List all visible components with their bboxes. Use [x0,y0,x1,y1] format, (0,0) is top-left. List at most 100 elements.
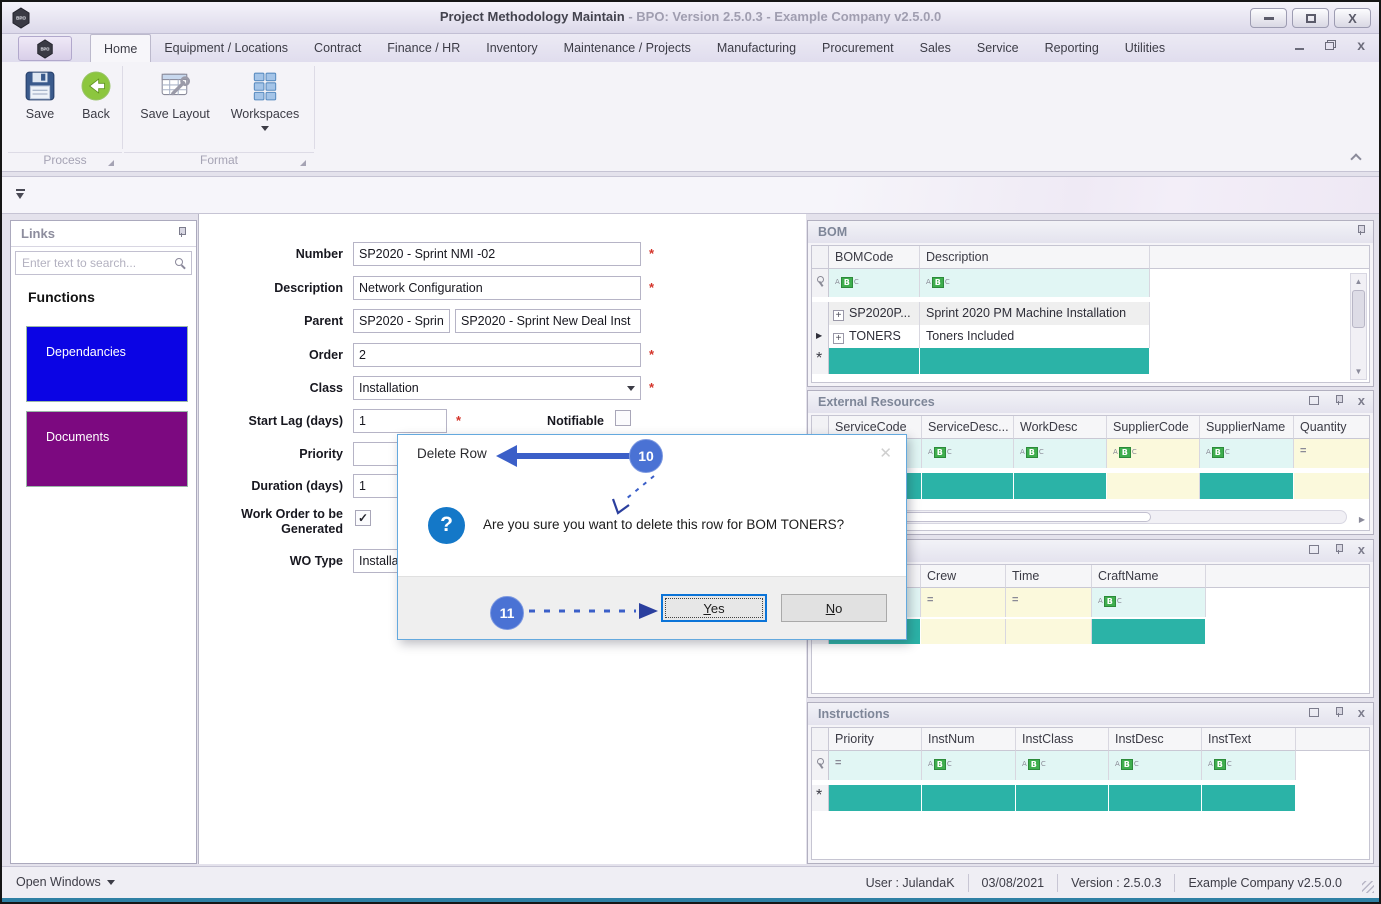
expand-icon[interactable] [833,310,844,321]
tab-equipment-locations[interactable]: Equipment / Locations [151,34,301,62]
filter-cell[interactable]: = [829,751,922,780]
bomcode-cell[interactable]: TONERS [829,325,920,348]
new-row-cell[interactable] [1006,619,1092,644]
maximize-icon[interactable] [1309,545,1319,554]
mdi-close-icon[interactable]: x [1357,40,1365,50]
equals-filter-icon[interactable]: = [927,594,933,606]
new-row-cell[interactable] [1014,473,1107,499]
column-header[interactable]: InstDesc [1109,728,1202,751]
description-cell[interactable]: Sprint 2020 PM Machine Installation [920,302,1150,325]
filter-cell[interactable]: ABC [1109,751,1202,780]
column-header[interactable]: InstText [1202,728,1296,751]
filter-cell[interactable]: ABC [1014,439,1107,468]
column-header[interactable]: Description [920,246,1150,269]
filter-cell[interactable]: ABC [1200,439,1294,468]
back-button[interactable]: Back [64,70,128,121]
search-input[interactable] [22,254,162,272]
process-group-launcher-icon[interactable] [108,160,114,166]
parent-code-field[interactable] [353,309,450,333]
resize-grip[interactable] [1362,881,1374,893]
tab-contract[interactable]: Contract [301,34,374,62]
customize-toolbar-icon[interactable] [16,189,25,200]
description-cell[interactable]: Toners Included [920,325,1150,348]
description-field[interactable] [353,276,641,300]
order-field[interactable] [353,343,641,367]
abc-filter-icon[interactable]: ABC [835,277,859,288]
tab-inventory[interactable]: Inventory [473,34,550,62]
minimize-button[interactable] [1250,8,1287,28]
vertical-scrollbar[interactable]: ▲ ▼ [1350,273,1367,380]
scroll-right-icon[interactable]: ▶ [1359,515,1365,524]
new-row-cell[interactable] [829,348,920,374]
work-order-checkbox[interactable] [355,510,371,526]
new-row-cell[interactable] [829,785,922,811]
table-row[interactable]: SP2020P... Sprint 2020 PM Machine Instal… [812,302,1369,325]
filter-cell-bomcode[interactable]: ABC [829,269,920,297]
close-icon[interactable]: x [1358,545,1365,555]
new-row-cell[interactable] [1107,473,1200,499]
new-row-cell[interactable] [1109,785,1202,811]
new-row-cell[interactable] [921,619,1006,644]
open-windows-button[interactable]: Open Windows [16,875,115,889]
filter-cell[interactable]: ABC [922,751,1016,780]
equals-filter-icon[interactable]: = [1300,445,1306,457]
pin-icon[interactable] [1334,707,1343,718]
new-row-cell[interactable] [1092,619,1206,644]
abc-filter-icon[interactable]: ABC [1022,759,1046,770]
column-header[interactable]: Quantity [1294,416,1369,439]
close-button[interactable]: X [1334,8,1371,28]
close-icon[interactable]: x [1358,708,1365,718]
pin-icon[interactable] [1334,395,1343,406]
pin-icon[interactable] [1356,225,1365,236]
tab-service[interactable]: Service [964,34,1032,62]
column-header[interactable]: Priority [829,728,922,751]
column-header[interactable]: InstClass [1016,728,1109,751]
mdi-minimize-icon[interactable] [1295,48,1304,50]
abc-filter-icon[interactable]: ABC [1115,759,1139,770]
new-row-cell[interactable] [1294,473,1369,499]
tab-procurement[interactable]: Procurement [809,34,907,62]
column-header[interactable]: Time [1006,565,1092,588]
scroll-up-icon[interactable]: ▲ [1351,274,1366,289]
maximize-button[interactable] [1292,8,1329,28]
column-header[interactable]: SupplierCode [1107,416,1200,439]
equals-filter-icon[interactable]: = [1012,594,1018,606]
abc-filter-icon[interactable]: ABC [928,447,952,458]
format-group-launcher-icon[interactable] [300,160,306,166]
new-row-cell[interactable] [1016,785,1109,811]
tab-home[interactable]: Home [90,34,151,62]
collapse-ribbon-icon[interactable] [1351,153,1361,163]
new-row-cell[interactable] [922,785,1016,811]
tab-maintenance-projects[interactable]: Maintenance / Projects [551,34,704,62]
application-menu-button[interactable]: BPO [18,36,72,61]
yes-button[interactable]: Yes [661,594,767,622]
class-select[interactable]: Installation [353,376,641,400]
filter-cell[interactable]: = [921,588,1006,617]
column-header[interactable]: CraftName [1092,565,1206,588]
dialog-close-icon[interactable]: ✕ [879,444,892,462]
scroll-down-icon[interactable]: ▼ [1351,364,1366,379]
pin-icon[interactable] [177,227,186,238]
new-row-cell[interactable] [922,473,1014,499]
abc-filter-icon[interactable]: ABC [928,759,952,770]
maximize-icon[interactable] [1309,396,1319,405]
abc-filter-icon[interactable]: ABC [926,277,950,288]
scrollbar-thumb[interactable] [1352,290,1365,328]
filter-cell[interactable]: ABC [1107,439,1200,468]
tab-sales[interactable]: Sales [907,34,964,62]
maximize-icon[interactable] [1309,708,1319,717]
filter-cell-description[interactable]: ABC [920,269,1150,297]
save-layout-button[interactable]: Save Layout [138,70,212,121]
filter-cell[interactable]: ABC [922,439,1014,468]
bomcode-cell[interactable]: SP2020P... [829,302,920,325]
abc-filter-icon[interactable]: ABC [1020,447,1044,458]
new-row-cell[interactable] [920,348,1150,374]
parent-description-field[interactable] [455,309,641,333]
new-row-cell[interactable] [1202,785,1296,811]
close-icon[interactable]: x [1358,396,1365,406]
abc-filter-icon[interactable]: ABC [1206,447,1230,458]
mdi-restore-icon[interactable] [1325,40,1336,50]
column-header[interactable]: WorkDesc [1014,416,1107,439]
column-header[interactable]: Crew [921,565,1006,588]
filter-cell[interactable]: ABC [1202,751,1296,780]
